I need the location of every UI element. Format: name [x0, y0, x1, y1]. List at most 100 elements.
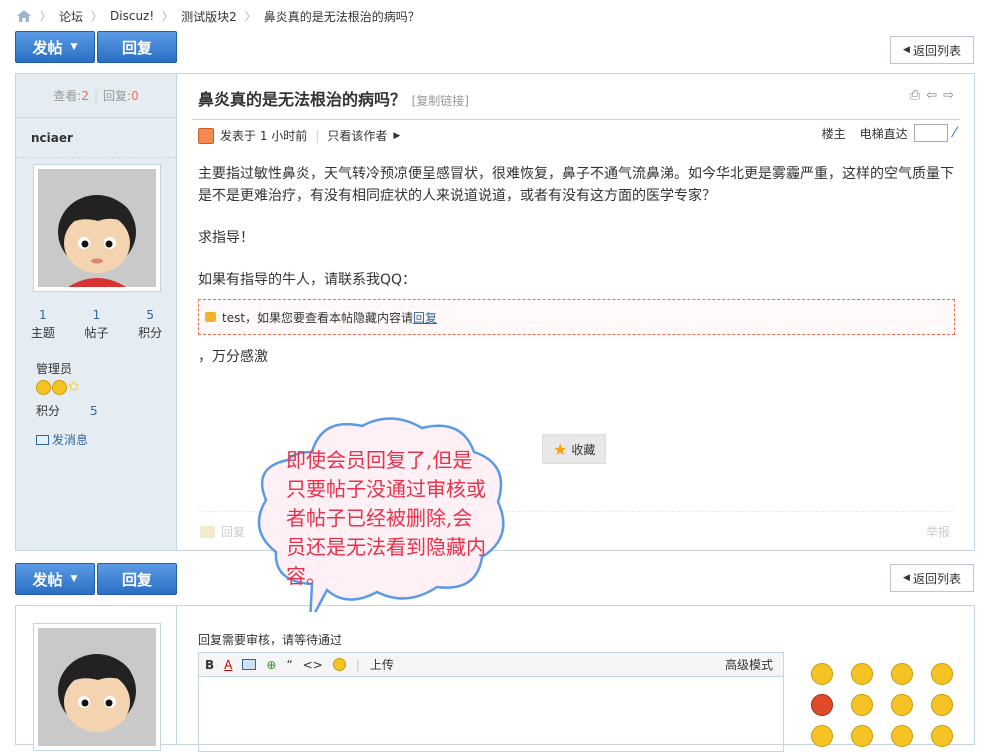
post-floor-controls: 楼主 电梯直达 ⁄	[822, 124, 956, 142]
smiley-icon[interactable]	[851, 725, 873, 747]
print-icon[interactable]: ⎙	[910, 88, 920, 103]
avatar[interactable]	[33, 164, 161, 292]
moderation-notice: 回复需要审核，请等待通过	[198, 633, 343, 647]
reply-button[interactable]: 回复	[97, 31, 177, 63]
breadcrumb-thread[interactable]: 鼻炎真的是无法根治的病吗？	[264, 8, 420, 25]
breadcrumb-forum[interactable]: 论坛	[59, 8, 83, 25]
hidden-reply-link[interactable]: 回复	[413, 309, 437, 326]
lock-icon	[205, 312, 216, 322]
editor-toolbar: B A ⊕ “ <> | 上传 高级模式	[199, 653, 783, 677]
image-icon[interactable]	[242, 659, 257, 670]
back-to-list-button[interactable]: ◀ 返回列表	[890, 36, 974, 64]
star-icon: ✩	[68, 379, 80, 395]
smiley-icon[interactable]	[851, 694, 873, 716]
quote-icon[interactable]: “	[286, 658, 292, 672]
code-icon[interactable]: <>	[303, 658, 323, 672]
avatar-image	[38, 169, 156, 287]
hidden-content-text: test，如果您要查看本帖隐藏内容请	[222, 310, 414, 325]
new-post-button[interactable]: 发帖 ▼	[15, 31, 95, 63]
smiley-icon[interactable]	[332, 658, 346, 671]
divider: |	[355, 657, 360, 672]
reply-editor[interactable]: B A ⊕ “ <> | 上传 高级模式	[198, 652, 784, 752]
new-post-label: 发帖	[32, 570, 63, 589]
post-meta: 发表于 1 小时前 | 只看该作者 ▶	[198, 127, 400, 144]
caret-down-icon: ▼	[70, 42, 78, 52]
caret-down-icon: ▼	[70, 574, 78, 584]
smiley-icon[interactable]	[811, 663, 833, 685]
reply-label: 回复	[121, 570, 152, 589]
post-paragraph: 如果有指导的牛人，请联系我QQ：	[198, 272, 417, 288]
breadcrumb-board[interactable]: 测试版块2	[181, 8, 237, 25]
author-stats: 1 主题 1 帖子 5 积分	[16, 306, 177, 342]
view-reply-stats: 查看: 2 | 回复: 0	[16, 74, 176, 118]
post-paragraph: 求指导！	[198, 230, 254, 246]
breadcrumb-discuz[interactable]: Discuz!	[110, 9, 154, 23]
only-author-link[interactable]: 只看该作者	[327, 127, 387, 144]
reply-link-label: 回复	[221, 525, 246, 539]
hidden-content-box: test，如果您要查看本帖隐藏内容请 回复	[198, 299, 955, 335]
triangle-left-icon: ◀	[903, 45, 910, 55]
divider: |	[315, 128, 320, 143]
annotation-text: 即使会员回复了,但是只要帖子没通过审核或者帖子已经被删除,会员还是无法看到隐藏内…	[286, 448, 486, 588]
smiley-icon[interactable]	[931, 663, 953, 685]
report-link[interactable]: 举报	[926, 523, 950, 540]
views-count: 2	[81, 88, 89, 103]
copy-link[interactable]: [复制链接]	[412, 94, 469, 108]
elevator-input[interactable]	[913, 124, 948, 142]
title-actions: ⎙ ⇦ ⇨	[910, 88, 954, 103]
user-group[interactable]: 管理员	[36, 359, 72, 379]
send-message-label: 发消息	[52, 433, 89, 447]
smiley-icon[interactable]	[891, 694, 913, 716]
reply-button-bottom[interactable]: 回复	[97, 563, 177, 595]
smiley-icon[interactable]	[851, 663, 873, 685]
back-to-list-button-bottom[interactable]: ◀ 返回列表	[890, 564, 974, 592]
triangle-left-icon: ◀	[903, 573, 910, 583]
advanced-mode-link[interactable]: 高级模式	[725, 656, 773, 673]
bold-icon[interactable]: B	[205, 658, 214, 672]
smiley-icon[interactable]	[931, 694, 953, 716]
breadcrumb: 〉 论坛 〉 Discuz! 〉 测试版块2 〉 鼻炎真的是无法根治的病吗？	[16, 6, 420, 26]
divider	[192, 119, 960, 120]
send-message-link[interactable]: 发消息	[36, 431, 88, 448]
font-color-icon[interactable]: A	[224, 658, 232, 672]
smiley-icon	[36, 380, 51, 395]
credits-value: 5	[146, 308, 154, 322]
credits-label: 积分	[138, 326, 163, 340]
upload-button[interactable]: 上传	[370, 656, 394, 673]
angry-smiley-icon[interactable]	[811, 694, 833, 716]
chevron-right-icon: 〉	[40, 10, 51, 23]
divider: |	[93, 88, 99, 103]
threads-label: 主题	[30, 326, 55, 340]
new-post-button-bottom[interactable]: 发帖 ▼	[15, 563, 95, 595]
link-icon[interactable]: ⊕	[266, 658, 276, 672]
posts-value: 1	[92, 308, 101, 322]
stat-posts[interactable]: 1 帖子	[84, 306, 108, 342]
smiley-icon[interactable]	[931, 725, 953, 747]
post-paragraph: ，万分感激	[198, 349, 268, 365]
avatar[interactable]	[33, 623, 161, 751]
author-name[interactable]: nciaer	[16, 118, 176, 158]
smiley-icon[interactable]	[891, 663, 913, 685]
smiley-icon[interactable]	[811, 725, 833, 747]
post-paragraph: 主要指过敏性鼻炎，天气转冷预凉便呈感冒状，很难恢复，鼻子不通气流鼻涕。如今华北更…	[198, 166, 954, 204]
next-thread-icon[interactable]: ⇨	[943, 88, 954, 103]
stat-threads[interactable]: 1 主题	[31, 306, 55, 342]
floor-label: 楼主	[821, 126, 846, 141]
reply-link[interactable]: 回复	[200, 523, 245, 540]
triangle-right-icon: ▶	[393, 130, 401, 141]
stat-credits[interactable]: 5 积分	[138, 306, 162, 342]
smiley-panel	[811, 663, 953, 747]
reply-bubble-icon	[200, 525, 215, 538]
smiley-icon[interactable]	[891, 725, 913, 747]
back-label: 返回列表	[912, 571, 961, 586]
favorite-button[interactable]: ★ 收藏	[542, 434, 607, 464]
elevator-label: 电梯直达	[859, 126, 908, 141]
prev-thread-icon[interactable]: ⇦	[926, 88, 937, 103]
rank-icons: ✩	[36, 380, 80, 395]
home-icon[interactable]	[16, 9, 32, 23]
reply-sidebar	[16, 606, 177, 751]
replies-count: 0	[131, 88, 139, 103]
favorite-label: 收藏	[571, 442, 596, 457]
score-value: 5	[90, 404, 98, 418]
go-icon[interactable]: ⁄	[954, 125, 956, 141]
